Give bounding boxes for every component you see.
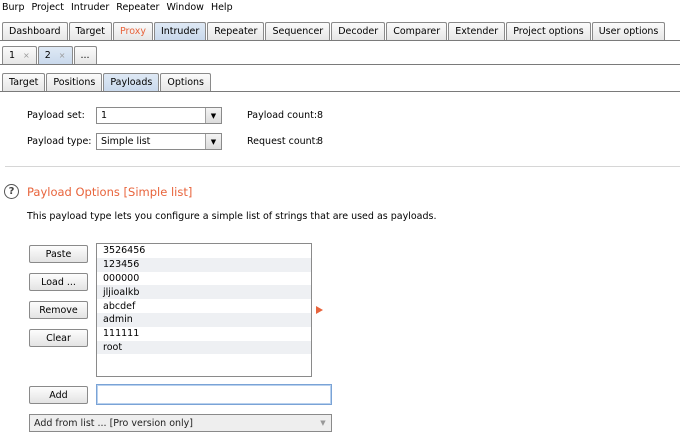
payload-type-value: Simple list [101, 136, 151, 147]
payload-count-label: Payload count: [247, 110, 318, 121]
add-from-list-value: Add from list ... [Pro version only] [34, 417, 194, 429]
tab-comparer[interactable]: Comparer [386, 22, 448, 40]
add-payload-input[interactable] [96, 384, 332, 405]
tab-proxy[interactable]: Proxy [112, 22, 153, 40]
section-divider [5, 166, 680, 167]
close-icon[interactable]: × [23, 51, 30, 60]
payload-set-select[interactable]: 1 ▼ [96, 107, 222, 124]
tab-payloads[interactable]: Payloads [103, 73, 160, 91]
chevron-down-icon: ▼ [315, 415, 331, 430]
attack-tab-bar: 1 × 2 × ... [0, 45, 680, 65]
help-icon[interactable]: ? [4, 184, 19, 199]
tab-repeater[interactable]: Repeater [207, 22, 265, 40]
attack-tab-2[interactable]: 2 × [37, 46, 73, 64]
attack-tab-label: 1 [9, 50, 16, 61]
clear-button[interactable]: Clear [29, 329, 88, 347]
list-item[interactable]: 000000 [97, 272, 311, 286]
menu-project[interactable]: Project [31, 2, 64, 13]
tab-intruder[interactable]: Intruder [153, 22, 207, 40]
list-item[interactable]: admin [97, 312, 311, 327]
tab-sequencer[interactable]: Sequencer [265, 22, 331, 40]
payload-type-label: Payload type: [27, 136, 92, 147]
list-item[interactable]: root [97, 340, 311, 355]
menu-repeater[interactable]: Repeater [116, 2, 159, 13]
payload-list[interactable]: 3526456 123456 000000 jljioalkb abcdef a… [96, 243, 312, 377]
new-attack-tab[interactable]: ... [73, 46, 97, 64]
request-count-label: Request count: [247, 136, 319, 147]
tab-extender[interactable]: Extender [448, 22, 506, 40]
menu-window[interactable]: Window [166, 2, 203, 13]
main-tab-bar: Dashboard Target Proxy Intruder Repeater… [0, 21, 680, 41]
add-from-list-select[interactable]: Add from list ... [Pro version only] ▼ [29, 414, 332, 432]
menu-bar: Burp Project Intruder Repeater Window He… [0, 0, 680, 15]
tab-user-options[interactable]: User options [591, 22, 666, 40]
payload-type-select[interactable]: Simple list ▼ [96, 133, 222, 150]
attack-tab-1[interactable]: 1 × [2, 46, 37, 64]
close-icon[interactable]: × [59, 51, 66, 60]
chevron-down-icon: ▼ [205, 108, 221, 123]
tab-decoder[interactable]: Decoder [331, 22, 386, 40]
list-item[interactable]: 123456 [97, 257, 311, 272]
request-count-value: 8 [317, 136, 324, 147]
tab-dashboard[interactable]: Dashboard [2, 22, 68, 40]
payload-count-value: 8 [317, 110, 324, 121]
section-description: This payload type lets you configure a s… [27, 211, 437, 222]
list-item[interactable]: jljioalkb [97, 285, 311, 300]
list-item[interactable]: 111111 [97, 327, 311, 341]
expand-arrow-icon[interactable] [316, 306, 323, 314]
tab-target[interactable]: Target [68, 22, 112, 40]
section-title: Payload Options [Simple list] [27, 185, 193, 199]
list-item[interactable]: abcdef [97, 299, 311, 313]
payload-set-value: 1 [101, 110, 108, 121]
chevron-down-icon: ▼ [205, 134, 221, 149]
menu-intruder[interactable]: Intruder [71, 2, 109, 13]
menu-help[interactable]: Help [211, 2, 233, 13]
tab-positions[interactable]: Positions [46, 73, 103, 91]
menu-burp[interactable]: Burp [2, 2, 24, 13]
tab-project-options[interactable]: Project options [506, 22, 591, 40]
intruder-inner-tab-bar: Target Positions Payloads Options [0, 72, 680, 92]
load-button[interactable]: Load ... [29, 273, 88, 291]
payload-set-label: Payload set: [27, 110, 85, 121]
list-item[interactable]: 3526456 [97, 244, 311, 258]
attack-tab-label: 2 [44, 50, 51, 61]
paste-button[interactable]: Paste [29, 245, 88, 263]
tab-intruder-target[interactable]: Target [2, 73, 46, 91]
tab-options[interactable]: Options [160, 73, 211, 91]
add-button[interactable]: Add [29, 386, 88, 404]
remove-button[interactable]: Remove [29, 301, 88, 319]
